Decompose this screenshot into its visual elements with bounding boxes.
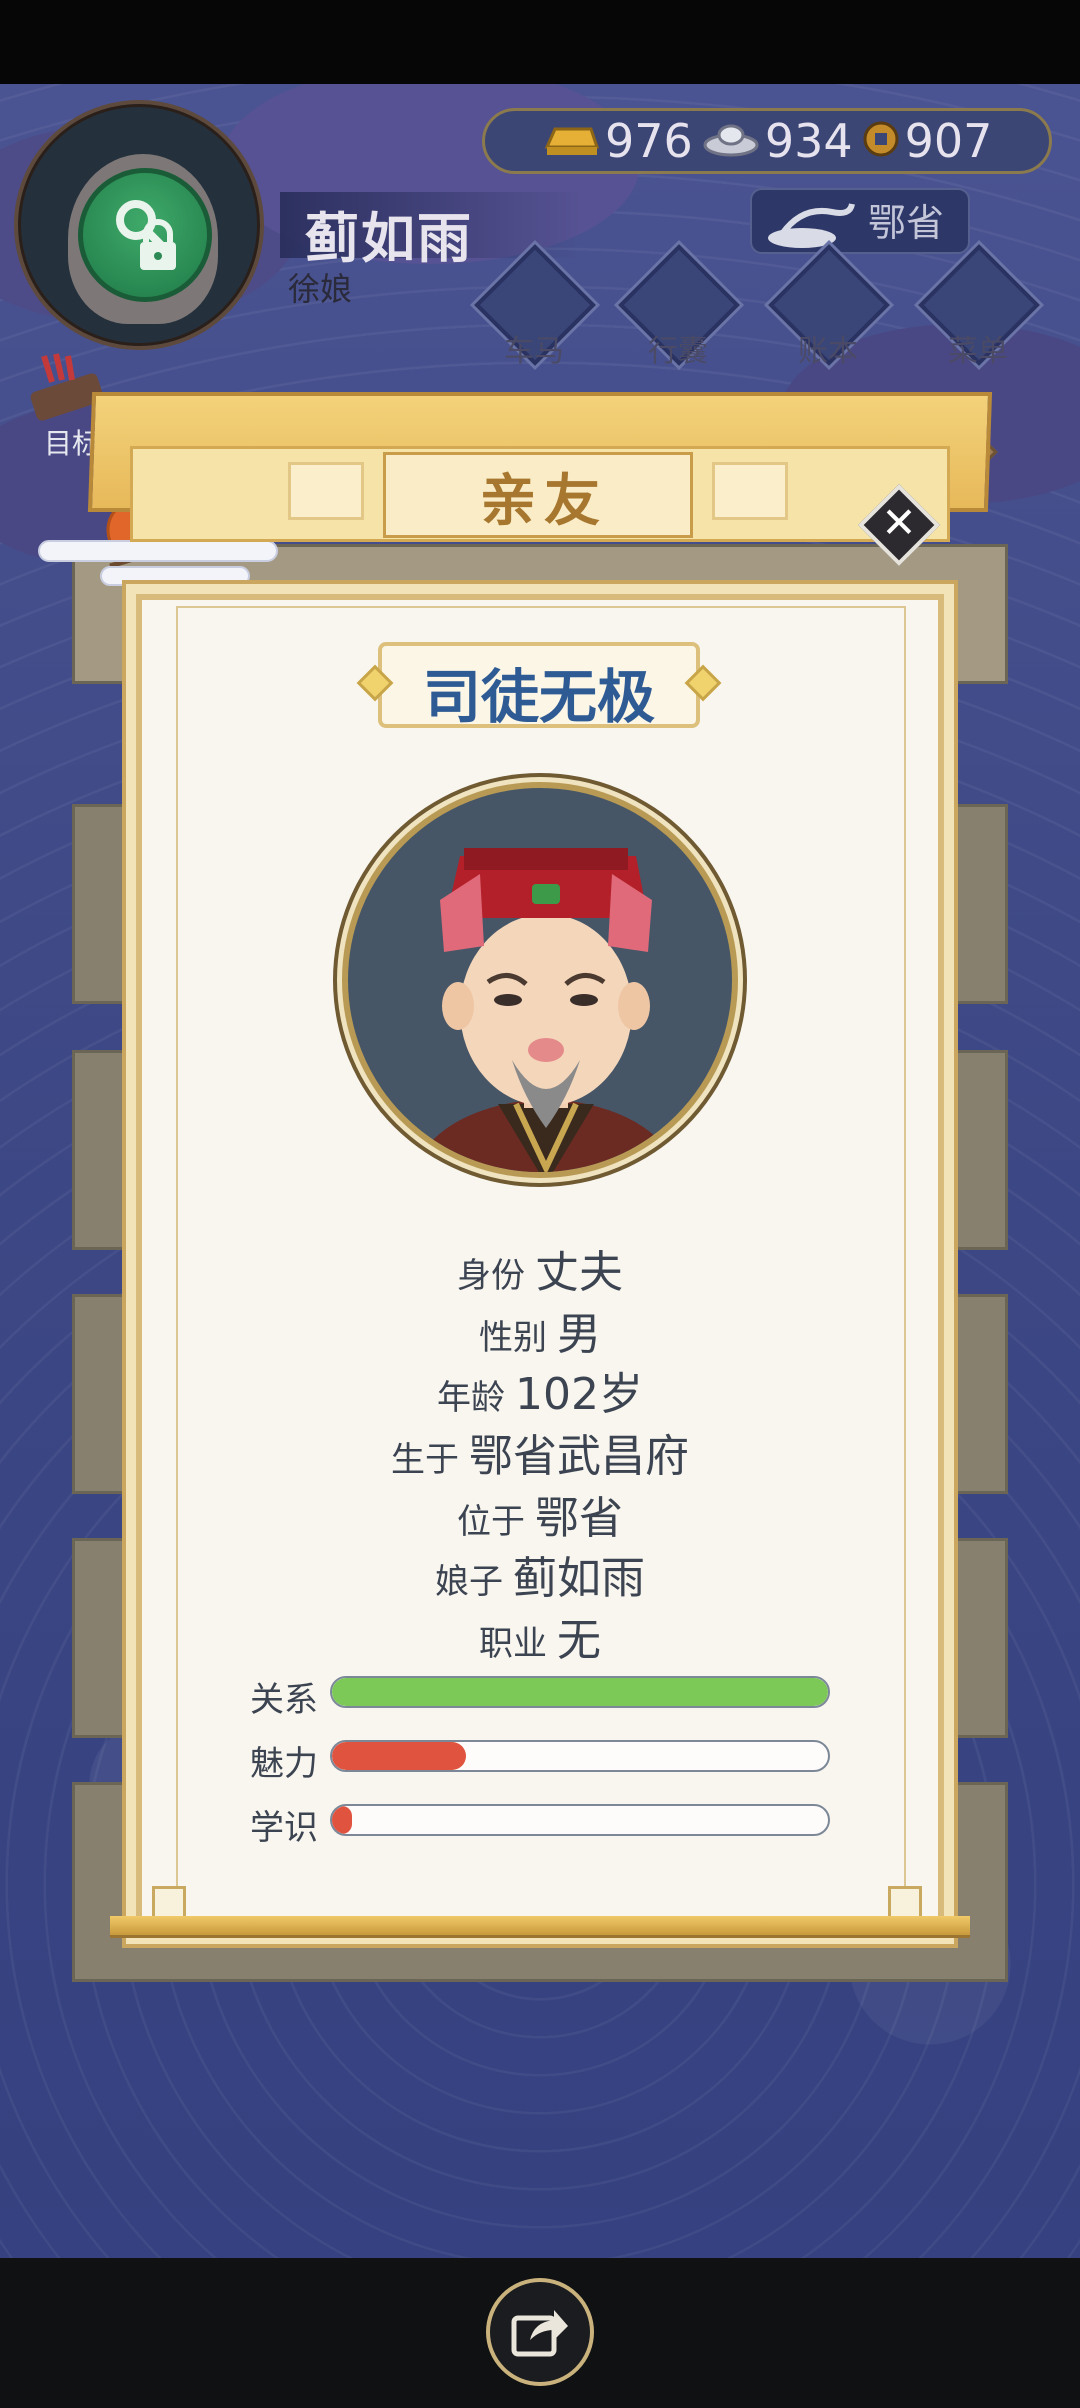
- coin-count: 907: [904, 114, 993, 168]
- dialog-title: 亲友: [480, 469, 608, 534]
- stat-label-knowledge: 学识: [250, 1808, 318, 1848]
- silver-count: 934: [764, 114, 853, 168]
- share-icon: [511, 2310, 568, 2357]
- status-bar: [0, 0, 1080, 84]
- stat-bar-relationship: [330, 1676, 830, 1708]
- info-value: 鄂省武昌府: [469, 1431, 689, 1482]
- stat-bar-knowledge: [330, 1804, 830, 1836]
- region-label: 鄂省: [868, 201, 945, 245]
- cloud-ribbon-decoration: [38, 540, 278, 562]
- info-label: 生于: [391, 1440, 459, 1480]
- info-value: 102岁: [515, 1369, 643, 1420]
- close-icon[interactable]: ✕: [870, 494, 928, 552]
- menu-label: 账本: [798, 334, 858, 369]
- map-icon: [768, 203, 855, 248]
- info-label: 职业: [479, 1624, 547, 1664]
- header-slot-left: [288, 462, 364, 520]
- menu-more-button[interactable]: 菜单: [918, 244, 1040, 374]
- stat-fill: [332, 1742, 466, 1770]
- menu-carriage-button[interactable]: 车马: [474, 244, 596, 374]
- dialog-bottom-rod: [110, 1916, 970, 1938]
- silver-ingot-icon: [701, 119, 761, 163]
- info-row-age: 年龄 102岁: [136, 1358, 944, 1422]
- menu-label: 菜单: [948, 334, 1008, 369]
- stat-bar-charm: [330, 1740, 830, 1772]
- corner-ornament: [888, 1886, 922, 1920]
- share-button[interactable]: [486, 2278, 594, 2386]
- copper-coin-icon: [861, 119, 901, 163]
- info-row-birthplace: 生于 鄂省武昌府: [136, 1420, 944, 1484]
- info-value: 鄂省: [535, 1493, 623, 1544]
- stat-fill: [332, 1806, 352, 1834]
- stat-label-charm: 魅力: [250, 1744, 318, 1784]
- character-name: 司徒无极: [422, 663, 655, 731]
- menu-label: 车马: [504, 334, 564, 369]
- info-row-identity: 身份 丈夫: [136, 1236, 944, 1300]
- info-label: 位于: [457, 1502, 525, 1542]
- currency-bar: 976 934 907: [482, 108, 1052, 174]
- header-slot-right: [712, 462, 788, 520]
- gold-ingot-icon: [541, 119, 601, 163]
- info-row-gender: 性别男: [136, 1298, 944, 1362]
- info-label: 身份: [457, 1256, 525, 1296]
- info-row-wife: 娘子 蓟如雨: [136, 1542, 944, 1606]
- stat-label-relationship: 关系: [250, 1680, 318, 1720]
- info-value: 无: [557, 1615, 601, 1666]
- menu-label: 行囊: [648, 334, 708, 369]
- info-value: 丈夫: [535, 1247, 623, 1298]
- player-name: 蓟如雨: [305, 207, 473, 270]
- gold-count: 976: [605, 114, 693, 168]
- info-label: 娘子: [435, 1562, 503, 1602]
- info-value: 男: [557, 1309, 601, 1360]
- cloud-ribbon-decoration: [100, 566, 250, 586]
- character-portrait: [342, 782, 738, 1178]
- info-row-occupation: 职业无: [136, 1604, 944, 1668]
- player-title: 徐娘: [288, 270, 353, 308]
- info-value: 蓟如雨: [513, 1553, 645, 1604]
- stat-fill: [332, 1678, 828, 1706]
- old-man-portrait-icon: [412, 848, 680, 1172]
- info-row-location: 位于 鄂省: [136, 1482, 944, 1546]
- info-label: 性别: [479, 1318, 547, 1358]
- lock-icon: [78, 168, 212, 302]
- info-label: 年龄: [437, 1378, 505, 1418]
- menu-bag-button[interactable]: 行囊: [618, 244, 740, 374]
- corner-ornament: [152, 1886, 186, 1920]
- menu-ledger-button[interactable]: 账本: [768, 244, 890, 374]
